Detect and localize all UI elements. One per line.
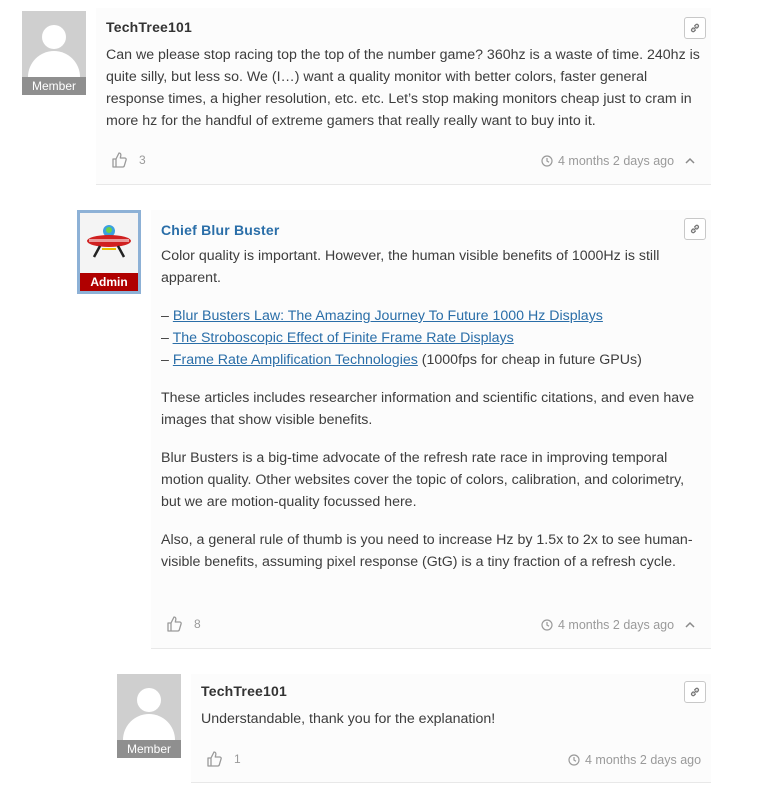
avatar[interactable]: Member [117, 674, 181, 758]
vote-control: 1 [206, 750, 241, 768]
comment-timestamp[interactable]: 4 months 2 days ago [585, 753, 701, 767]
comment-body: Understandable, thank you for the explan… [201, 711, 496, 727]
permalink-button[interactable] [684, 681, 706, 703]
thumbs-up-icon[interactable] [206, 750, 224, 768]
comment-text: Understandable, thank you for the explan… [201, 708, 701, 730]
clock-icon [568, 754, 580, 766]
comment-meta: 4 months 2 days ago [568, 753, 701, 767]
default-avatar-icon: Member [117, 674, 181, 758]
role-badge: Member [117, 740, 181, 758]
comment-author[interactable]: TechTree101 [201, 683, 287, 699]
vote-count: 1 [234, 752, 241, 766]
comment-3: Member TechTree101 Understandable, thank… [0, 0, 770, 790]
link-icon [690, 687, 700, 697]
